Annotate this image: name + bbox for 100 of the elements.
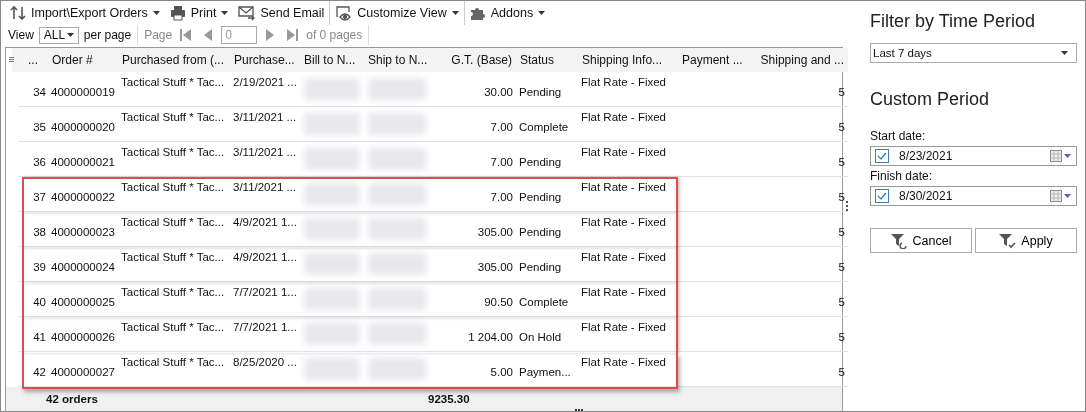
table-cell: 38 [33, 226, 46, 238]
table-cell: Tactical Stuff * Tac... [121, 216, 225, 228]
column-header[interactable]: G.T. (Base) [430, 48, 516, 72]
date-field[interactable]: 8/23/2021 [870, 146, 1077, 166]
table-cell: Pending [519, 191, 562, 203]
table-cell: Pending [519, 226, 562, 238]
table-cell: 34 [33, 86, 46, 98]
column-header[interactable]: ... [12, 48, 48, 72]
order-count: 42 orders [46, 393, 98, 405]
page-label: Page [144, 28, 173, 42]
table-cell: 8/25/2020 ... [233, 356, 297, 368]
printer-icon [169, 5, 186, 21]
toolbar-button[interactable]: Import\Export Orders [5, 1, 165, 25]
table-cell: 4000000020 [51, 121, 115, 133]
filter-apply-button[interactable]: Apply [975, 228, 1077, 253]
table-cell: Flat Rate - Fixed [581, 181, 666, 193]
table-cell: Flat Rate - Fixed [581, 146, 666, 158]
table-cell: 30.00 [484, 86, 513, 98]
table-cell: 5 [838, 331, 845, 343]
calendar-icon [1050, 190, 1072, 202]
table-cell: 4/9/2021 1... [233, 251, 297, 263]
table-cell: 1 204.00 [468, 331, 513, 343]
sort-arrows-icon [10, 5, 26, 21]
table-cell: Tactical Stuff * Tac... [121, 286, 225, 298]
column-header[interactable]: Shipping and ... [750, 48, 848, 72]
column-header[interactable]: Ship to N... [364, 48, 430, 72]
previous-icon [203, 28, 214, 42]
section-title: Custom Period [870, 89, 991, 110]
table-cell: 5 [838, 191, 845, 203]
resize-handle[interactable] [575, 409, 583, 411]
table-cell: Pending [519, 86, 562, 98]
toolbar-button[interactable]: Send Email [233, 1, 331, 25]
puzzle-icon [469, 5, 486, 21]
table-cell: 3/11/2021 ... [233, 181, 297, 193]
date-field[interactable]: 8/30/2021 [870, 186, 1077, 206]
table-cell: 7.00 [490, 121, 513, 133]
table-cell: 4000000019 [51, 86, 115, 98]
table-cell: Tactical Stuff * Tac... [121, 356, 225, 368]
table-cell: 4000000026 [51, 331, 115, 343]
toolbar-button[interactable]: Print [164, 1, 234, 25]
table-cell: 5 [838, 156, 845, 168]
table-cell: On Hold [519, 331, 562, 343]
field-label: Finish date: [870, 169, 934, 183]
period-dropdown[interactable]: Last 7 days [870, 43, 1077, 63]
column-header[interactable]: Payment ... [678, 48, 750, 72]
checkbox[interactable] [875, 149, 889, 163]
eye-icon [335, 5, 353, 21]
toolbar-button[interactable]: Addons [464, 1, 551, 25]
table-cell: 37 [33, 191, 46, 203]
table-cell: 35 [33, 121, 46, 133]
table-cell: 5 [838, 366, 845, 378]
column-header[interactable]: Purchased from (... [118, 48, 230, 72]
table-cell: Tactical Stuff * Tac... [121, 146, 225, 158]
table-cell: 39 [33, 261, 46, 273]
table-cell: 7/7/2021 1... [233, 286, 297, 298]
table-cell: Flat Rate - Fixed [581, 286, 666, 298]
table-cell: 5 [838, 261, 845, 273]
table-cell: 305.00 [477, 226, 513, 238]
table-cell: Flat Rate - Fixed [581, 216, 666, 228]
column-chooser-icon[interactable] [9, 57, 14, 62]
last-page-icon [286, 28, 299, 42]
table-cell: Pending [519, 156, 562, 168]
table-cell: 4000000025 [51, 296, 115, 308]
table-cell: 4000000027 [51, 366, 115, 378]
column-header[interactable]: Purchase... [230, 48, 300, 72]
column-header[interactable]: Shipping Info... [578, 48, 678, 72]
table-cell: 3/11/2021 ... [233, 111, 297, 123]
table-cell: 4000000024 [51, 261, 115, 273]
caret-icon [1061, 51, 1068, 55]
panel-title: Filter by Time Period [870, 11, 1037, 32]
next-icon [265, 28, 276, 42]
table-cell: 36 [33, 156, 46, 168]
table-cell: 5.00 [490, 366, 513, 378]
per-page-label: per page [83, 28, 132, 42]
table-cell: Pending [519, 261, 562, 273]
table-cell: 4/9/2021 1... [233, 216, 297, 228]
table-cell: 5 [838, 86, 845, 98]
column-header[interactable]: Status [516, 48, 578, 72]
table-cell: 41 [33, 331, 46, 343]
view-label: View [8, 28, 34, 42]
table-cell: 7.00 [490, 191, 513, 203]
table-cell: Tactical Stuff * Tac... [121, 251, 225, 263]
column-header[interactable]: Bill to N... [300, 48, 364, 72]
table-cell: 4000000022 [51, 191, 115, 203]
table-cell: Tactical Stuff * Tac... [121, 76, 225, 88]
grand-total: 9235.30 [428, 393, 470, 405]
filter-cancel-button[interactable]: Cancel [870, 228, 972, 253]
table-cell: Tactical Stuff * Tac... [121, 321, 225, 333]
table-cell: Paymen... [519, 366, 571, 378]
table-cell: Complete [519, 121, 569, 133]
table-cell: Flat Rate - Fixed [581, 321, 666, 333]
checkbox[interactable] [875, 189, 889, 203]
page-count: of 0 pages [306, 28, 363, 42]
table-cell: 7/7/2021 1... [233, 321, 297, 333]
table-cell: 2/19/2021 ... [233, 76, 297, 88]
filter-icon [999, 232, 1017, 249]
splitter-handle[interactable] [846, 201, 848, 211]
caret-icon [66, 33, 74, 37]
toolbar-button[interactable]: Customize View [330, 1, 465, 25]
column-header[interactable]: Order # [48, 48, 118, 72]
